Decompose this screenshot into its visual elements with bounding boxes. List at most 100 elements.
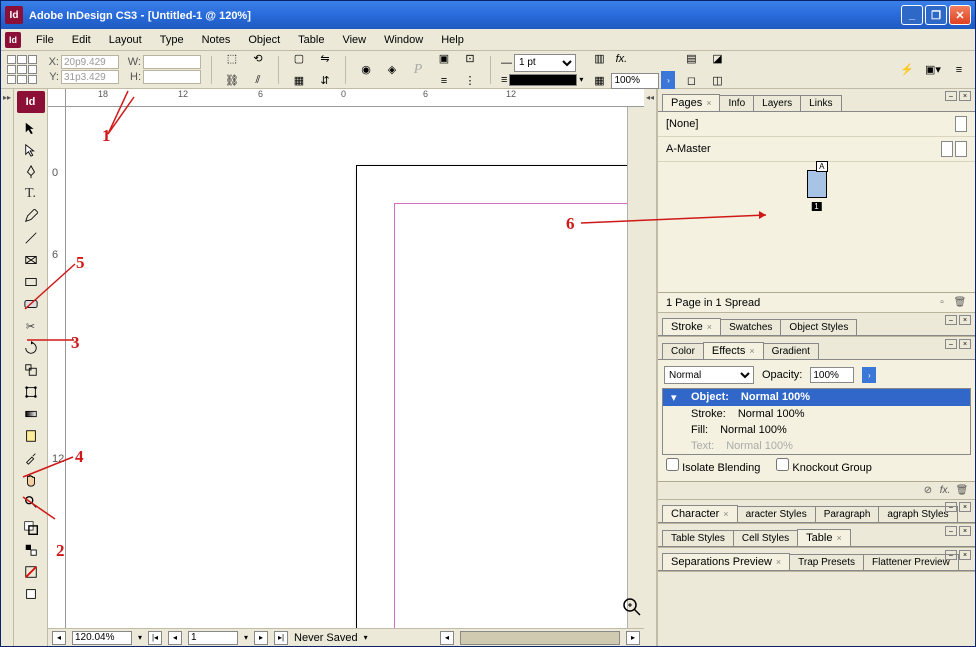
left-panel-handle[interactable]: ▸▸ <box>1 89 14 646</box>
stroke-style-swatch[interactable] <box>509 74 577 86</box>
selection-tool-icon[interactable] <box>18 117 44 139</box>
select-content-icon[interactable]: ◈ <box>382 60 402 80</box>
drop-shadow-icon[interactable]: ◪ <box>707 49 727 69</box>
opacity-stepper[interactable]: › <box>661 71 675 91</box>
page-input[interactable] <box>188 631 238 645</box>
minimize-button[interactable]: _ <box>901 5 923 25</box>
menu-view[interactable]: View <box>333 32 375 48</box>
tab-swatches[interactable]: Swatches <box>720 319 781 335</box>
new-page-icon[interactable]: ▫ <box>935 296 949 310</box>
scissors-tool-icon[interactable]: ✂ <box>18 315 44 337</box>
prev-page-button[interactable]: ◂ <box>168 631 182 645</box>
tab-stroke[interactable]: Stroke× <box>662 318 721 335</box>
zoom-out-button[interactable]: ◂ <box>52 631 66 645</box>
panel-close-icon[interactable]: × <box>959 339 971 349</box>
tab-pages[interactable]: Pages× <box>662 94 720 111</box>
opacity-icon[interactable]: ▦ <box>589 71 609 91</box>
pathfinder-icon[interactable]: P <box>408 60 428 80</box>
bridge-icon[interactable]: ▣▾ <box>923 60 943 80</box>
distribute-icon[interactable]: ⋮ <box>460 71 480 91</box>
tab-cell-styles[interactable]: Cell Styles <box>733 530 798 546</box>
vertical-scrollbar[interactable] <box>627 107 644 628</box>
pencil-tool-icon[interactable] <box>18 205 44 227</box>
flip-horizontal-icon[interactable]: ⇋ <box>315 49 335 69</box>
menu-edit[interactable]: Edit <box>63 32 100 48</box>
menu-type[interactable]: Type <box>151 32 193 48</box>
menu-window[interactable]: Window <box>375 32 432 48</box>
panel-minimize-icon[interactable]: – <box>945 526 957 536</box>
panel-close-icon[interactable]: × <box>959 526 971 536</box>
fill-stroke-swap-icon[interactable] <box>18 517 44 539</box>
gradient-tool-icon[interactable] <box>18 403 44 425</box>
page-thumbnail[interactable]: A 1 <box>807 170 827 198</box>
menu-table[interactable]: Table <box>289 32 333 48</box>
tab-links[interactable]: Links <box>800 95 841 111</box>
tab-character[interactable]: Character× <box>662 505 738 522</box>
select-container-icon[interactable]: ◉ <box>356 60 376 80</box>
tab-color[interactable]: Color <box>662 343 704 359</box>
menu-notes[interactable]: Notes <box>193 32 240 48</box>
rotate-angle-icon[interactable]: ⟲ <box>248 49 268 69</box>
panel-minimize-icon[interactable]: – <box>945 502 957 512</box>
apply-color-icon[interactable] <box>18 561 44 583</box>
fit-content-icon[interactable]: ▣ <box>434 49 454 69</box>
stroke-weight-select[interactable]: 1 pt <box>514 54 576 72</box>
tab-object-styles[interactable]: Object Styles <box>780 319 857 335</box>
menu-layout[interactable]: Layout <box>100 32 151 48</box>
pen-tool-icon[interactable] <box>18 161 44 183</box>
horizontal-scrollbar[interactable] <box>460 631 620 645</box>
first-page-button[interactable]: |◂ <box>148 631 162 645</box>
document-pasteboard[interactable] <box>66 107 644 628</box>
close-button[interactable]: ✕ <box>949 5 971 25</box>
tab-table[interactable]: Table× <box>797 529 851 546</box>
tab-paragraph[interactable]: Paragraph <box>815 506 880 522</box>
y-input[interactable] <box>61 70 119 84</box>
effects-row-object[interactable]: ▾Object: Normal 100% <box>663 389 970 406</box>
line-tool-icon[interactable] <box>18 227 44 249</box>
tab-separations[interactable]: Separations Preview× <box>662 553 790 570</box>
tab-effects[interactable]: Effects× <box>703 342 764 359</box>
feather-icon[interactable]: ◫ <box>707 71 727 91</box>
rectangle-frame-tool-icon[interactable] <box>18 249 44 271</box>
tab-info[interactable]: Info <box>719 95 754 111</box>
fx-btn[interactable]: fx. <box>611 49 631 69</box>
opacity-stepper[interactable]: › <box>862 367 876 383</box>
maximize-button[interactable]: ❐ <box>925 5 947 25</box>
scroll-left-button[interactable]: ◂ <box>440 631 454 645</box>
h-input[interactable] <box>143 70 201 84</box>
hand-tool-icon[interactable] <box>18 469 44 491</box>
constrain-proportions-icon[interactable]: ⬚ <box>222 49 242 69</box>
view-mode-icon[interactable] <box>18 583 44 605</box>
zoom-input[interactable] <box>72 631 132 645</box>
horizontal-ruler[interactable]: 18 12 6 0 6 12 <box>48 89 644 107</box>
rotate-tool-icon[interactable] <box>18 337 44 359</box>
rectangle-tool-icon[interactable] <box>18 271 44 293</box>
button-tool-icon[interactable] <box>18 293 44 315</box>
effects-row-text[interactable]: Text:Normal 100% <box>663 438 970 454</box>
zoom-tool-icon[interactable] <box>18 491 44 513</box>
opacity-input[interactable] <box>611 73 659 89</box>
align-icon[interactable]: ≡ <box>434 71 454 91</box>
quick-apply-icon[interactable]: ⚡ <box>897 60 917 80</box>
clear-effects-icon[interactable]: ⊘ <box>921 484 935 498</box>
w-input[interactable] <box>143 55 201 69</box>
tab-trap-presets[interactable]: Trap Presets <box>789 554 864 570</box>
effects-opacity-input[interactable] <box>810 367 854 383</box>
menu-file[interactable]: File <box>27 32 63 48</box>
stroke-align-icon[interactable]: ▦ <box>289 71 309 91</box>
master-none-label[interactable]: [None] <box>666 118 698 130</box>
isolate-blending-checkbox[interactable]: Isolate Blending <box>666 458 760 474</box>
fx-icon[interactable]: fx. <box>938 484 952 498</box>
reference-point-grid[interactable] <box>7 55 37 85</box>
default-colors-icon[interactable] <box>18 539 44 561</box>
panel-close-icon[interactable]: × <box>959 91 971 101</box>
delete-page-icon[interactable]: 🗑 <box>953 296 967 310</box>
effects-row-fill[interactable]: Fill:Normal 100% <box>663 422 970 438</box>
scroll-right-button[interactable]: ▸ <box>626 631 640 645</box>
panel-menu-icon[interactable]: ≡ <box>949 60 969 80</box>
effects-row-stroke[interactable]: Stroke:Normal 100% <box>663 406 970 422</box>
direct-selection-tool-icon[interactable] <box>18 139 44 161</box>
tab-table-styles[interactable]: Table Styles <box>662 530 734 546</box>
last-page-button[interactable]: ▸| <box>274 631 288 645</box>
panel-close-icon[interactable]: × <box>959 550 971 560</box>
